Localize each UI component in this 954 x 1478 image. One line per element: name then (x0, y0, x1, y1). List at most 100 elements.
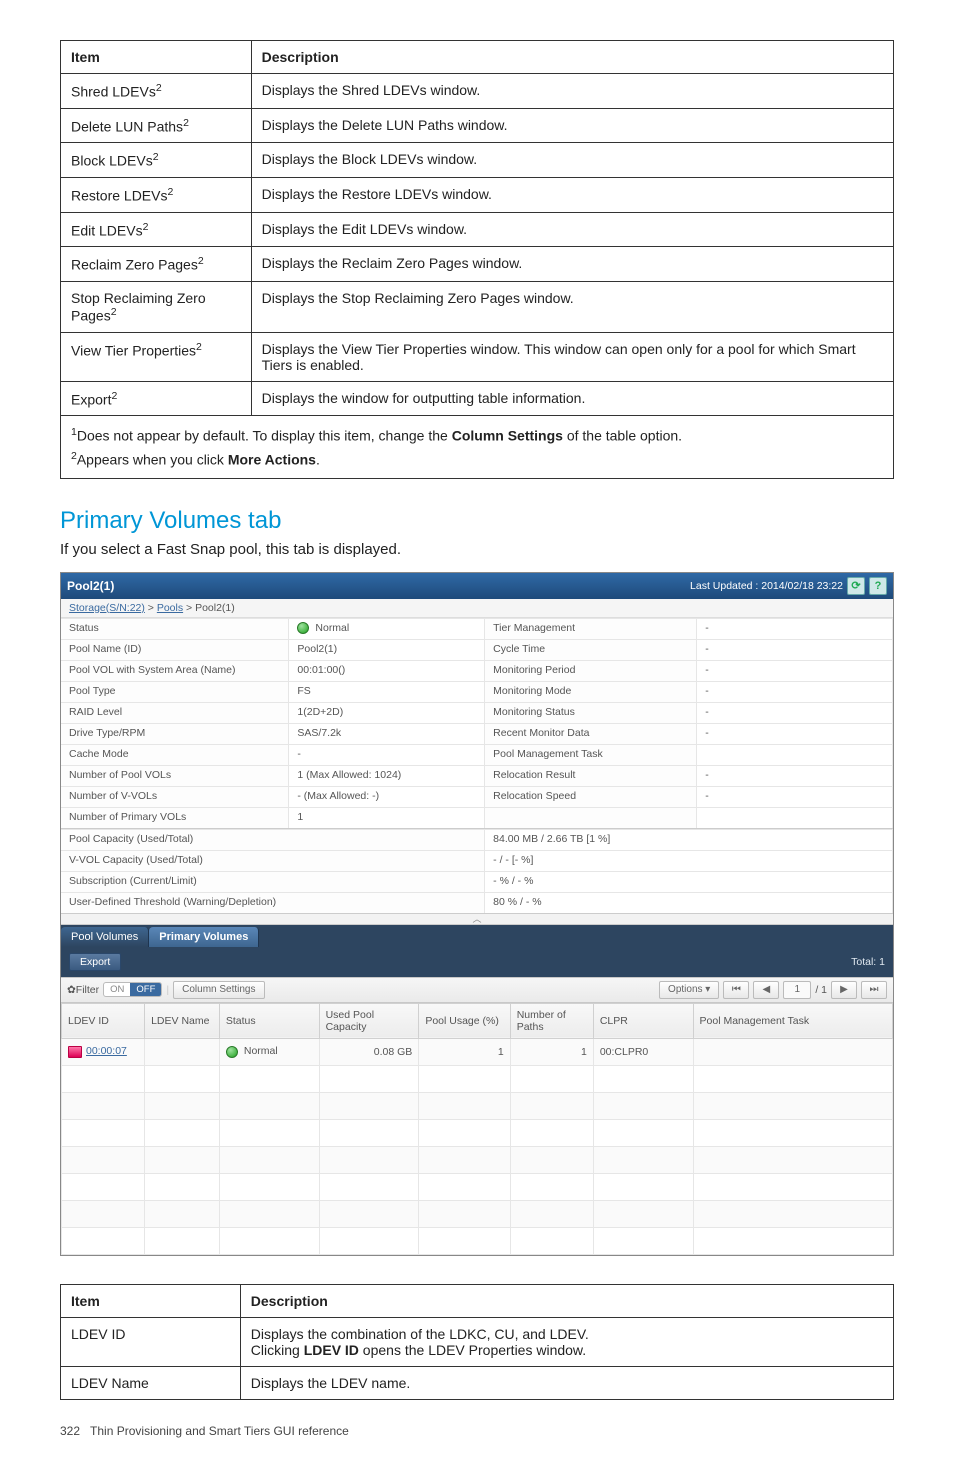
ldev-id-link[interactable]: 00:00:07 (86, 1045, 127, 1057)
info-cell: Pool Capacity (Used/Total) (61, 829, 485, 850)
footnotes: 1Does not appear by default. To display … (60, 415, 894, 478)
cell-used: 0.08 GB (319, 1038, 419, 1065)
info-cell: - % / - % (485, 871, 893, 892)
info-cell: - (289, 744, 485, 765)
page-prev-icon[interactable]: ◀ (753, 981, 779, 999)
volume-icon (68, 1046, 82, 1058)
status-dot-icon (226, 1046, 238, 1058)
info-cell: SAS/7.2k (289, 723, 485, 744)
bottom-table: Item Description LDEV ID Displays the co… (60, 1284, 894, 1400)
info-cell: - (697, 786, 893, 807)
breadcrumb-leaf: Pool2(1) (195, 602, 235, 614)
column-header[interactable]: Used Pool Capacity (319, 1003, 419, 1038)
column-header[interactable]: Pool Usage (%) (419, 1003, 510, 1038)
cell-status: Normal (244, 1045, 278, 1057)
help-icon[interactable]: ? (869, 577, 887, 595)
table-row: Restore LDEVs2Displays the Restore LDEVs… (61, 177, 894, 212)
info-cell: - (697, 765, 893, 786)
info-cell: - (697, 681, 893, 702)
info-cell: Pool Management Task (485, 744, 697, 765)
info-cell: Cycle Time (485, 639, 697, 660)
info-cell: Monitoring Status (485, 702, 697, 723)
column-settings-button[interactable]: Column Settings (173, 981, 264, 999)
info-cell: Status (61, 618, 289, 639)
info-cell: 84.00 MB / 2.66 TB [1 %] (485, 829, 893, 850)
table-row: Shred LDEVs2Displays the Shred LDEVs win… (61, 74, 894, 109)
page-current[interactable]: 1 (783, 981, 811, 999)
info-cell (485, 807, 697, 828)
col-item: Item (61, 1284, 241, 1317)
filter-toggle[interactable]: ON OFF (103, 982, 162, 997)
info-cell: Recent Monitor Data (485, 723, 697, 744)
tab-pool-volumes[interactable]: Pool Volumes (61, 927, 149, 947)
info-cell: - (697, 723, 893, 744)
filter-label[interactable]: ✿Filter (67, 984, 99, 996)
info-cell: 1 (Max Allowed: 1024) (289, 765, 485, 786)
page-last-icon[interactable]: ⏭ (861, 981, 887, 999)
section-intro: If you select a Fast Snap pool, this tab… (60, 541, 894, 558)
total-value: 1 (879, 956, 885, 968)
collapse-bar[interactable]: ︿ (61, 913, 893, 925)
last-updated: Last Updated : 2014/02/18 23:22 (690, 580, 843, 592)
app-header: Pool2(1) Last Updated : 2014/02/18 23:22… (61, 573, 893, 599)
cell-clpr: 00:CLPR0 (593, 1038, 693, 1065)
info-grid: StatusNormalTier Management-Pool Name (I… (61, 618, 893, 829)
info-cell: 1(2D+2D) (289, 702, 485, 723)
info-cell: Number of V-VOLs (61, 786, 289, 807)
dark-toolbar: Export Total: 1 (61, 947, 893, 977)
info-cell: Drive Type/RPM (61, 723, 289, 744)
info-cell: - (697, 639, 893, 660)
column-header[interactable]: Status (219, 1003, 319, 1038)
table-row: Edit LDEVs2Displays the Edit LDEVs windo… (61, 212, 894, 247)
info-cell: Cache Mode (61, 744, 289, 765)
tabs-row: Pool Volumes Primary Volumes (61, 925, 893, 947)
table-row: Reclaim Zero Pages2Displays the Reclaim … (61, 247, 894, 282)
column-header[interactable]: Pool Management Task (693, 1003, 892, 1038)
app-title: Pool2(1) (67, 579, 114, 593)
app-window: Pool2(1) Last Updated : 2014/02/18 23:22… (60, 572, 894, 1256)
ldev-name-desc: Displays the LDEV name. (240, 1366, 893, 1399)
filter-bar: ✿Filter ON OFF | Column Settings Options… (61, 977, 893, 1003)
cell-ldev-name (145, 1038, 220, 1065)
column-header[interactable]: Number of Paths (510, 1003, 593, 1038)
info-cell: V-VOL Capacity (Used/Total) (61, 850, 485, 871)
export-button[interactable]: Export (69, 953, 121, 971)
column-header[interactable]: CLPR (593, 1003, 693, 1038)
table-row: Delete LUN Paths2Displays the Delete LUN… (61, 108, 894, 143)
col-desc: Description (251, 41, 893, 74)
info-cell: Pool2(1) (289, 639, 485, 660)
breadcrumb: Storage(S/N:22) > Pools > Pool2(1) (61, 599, 893, 618)
col-item: Item (61, 41, 252, 74)
breadcrumb-root[interactable]: Storage(S/N:22) (69, 602, 145, 614)
info-cell: Monitoring Period (485, 660, 697, 681)
page-total: / 1 (815, 984, 827, 996)
table-row[interactable]: 00:00:07 Normal 0.08 GB 1 1 00:CLPR0 (62, 1038, 893, 1065)
page-first-icon[interactable]: ⏮ (723, 981, 749, 999)
info-cell: - (697, 660, 893, 681)
table-row: Stop Reclaiming Zero Pages2Displays the … (61, 281, 894, 332)
info-cell: Tier Management (485, 618, 697, 639)
tab-primary-volumes[interactable]: Primary Volumes (149, 927, 259, 947)
info-cell (697, 744, 893, 765)
cell-task (693, 1038, 892, 1065)
info-cell: Pool Type (61, 681, 289, 702)
ldev-name-item: LDEV Name (61, 1366, 241, 1399)
total-label: Total: (851, 956, 876, 968)
info-wide: Pool Capacity (Used/Total)84.00 MB / 2.6… (61, 829, 893, 913)
info-cell: Relocation Speed (485, 786, 697, 807)
refresh-icon[interactable]: ⟳ (847, 577, 865, 595)
cell-paths: 1 (510, 1038, 593, 1065)
info-cell: 80 % / - % (485, 892, 893, 913)
col-desc: Description (240, 1284, 893, 1317)
page-next-icon[interactable]: ▶ (831, 981, 857, 999)
page-footer: 322 Thin Provisioning and Smart Tiers GU… (60, 1424, 894, 1438)
options-button[interactable]: Options ▾ (659, 981, 719, 999)
column-header[interactable]: LDEV ID (62, 1003, 145, 1038)
info-cell: Pool VOL with System Area (Name) (61, 660, 289, 681)
ldev-id-item: LDEV ID (61, 1317, 241, 1366)
column-header[interactable]: LDEV Name (145, 1003, 220, 1038)
info-cell: FS (289, 681, 485, 702)
info-cell: Subscription (Current/Limit) (61, 871, 485, 892)
info-cell: Normal (289, 618, 485, 639)
breadcrumb-pools[interactable]: Pools (157, 602, 183, 614)
